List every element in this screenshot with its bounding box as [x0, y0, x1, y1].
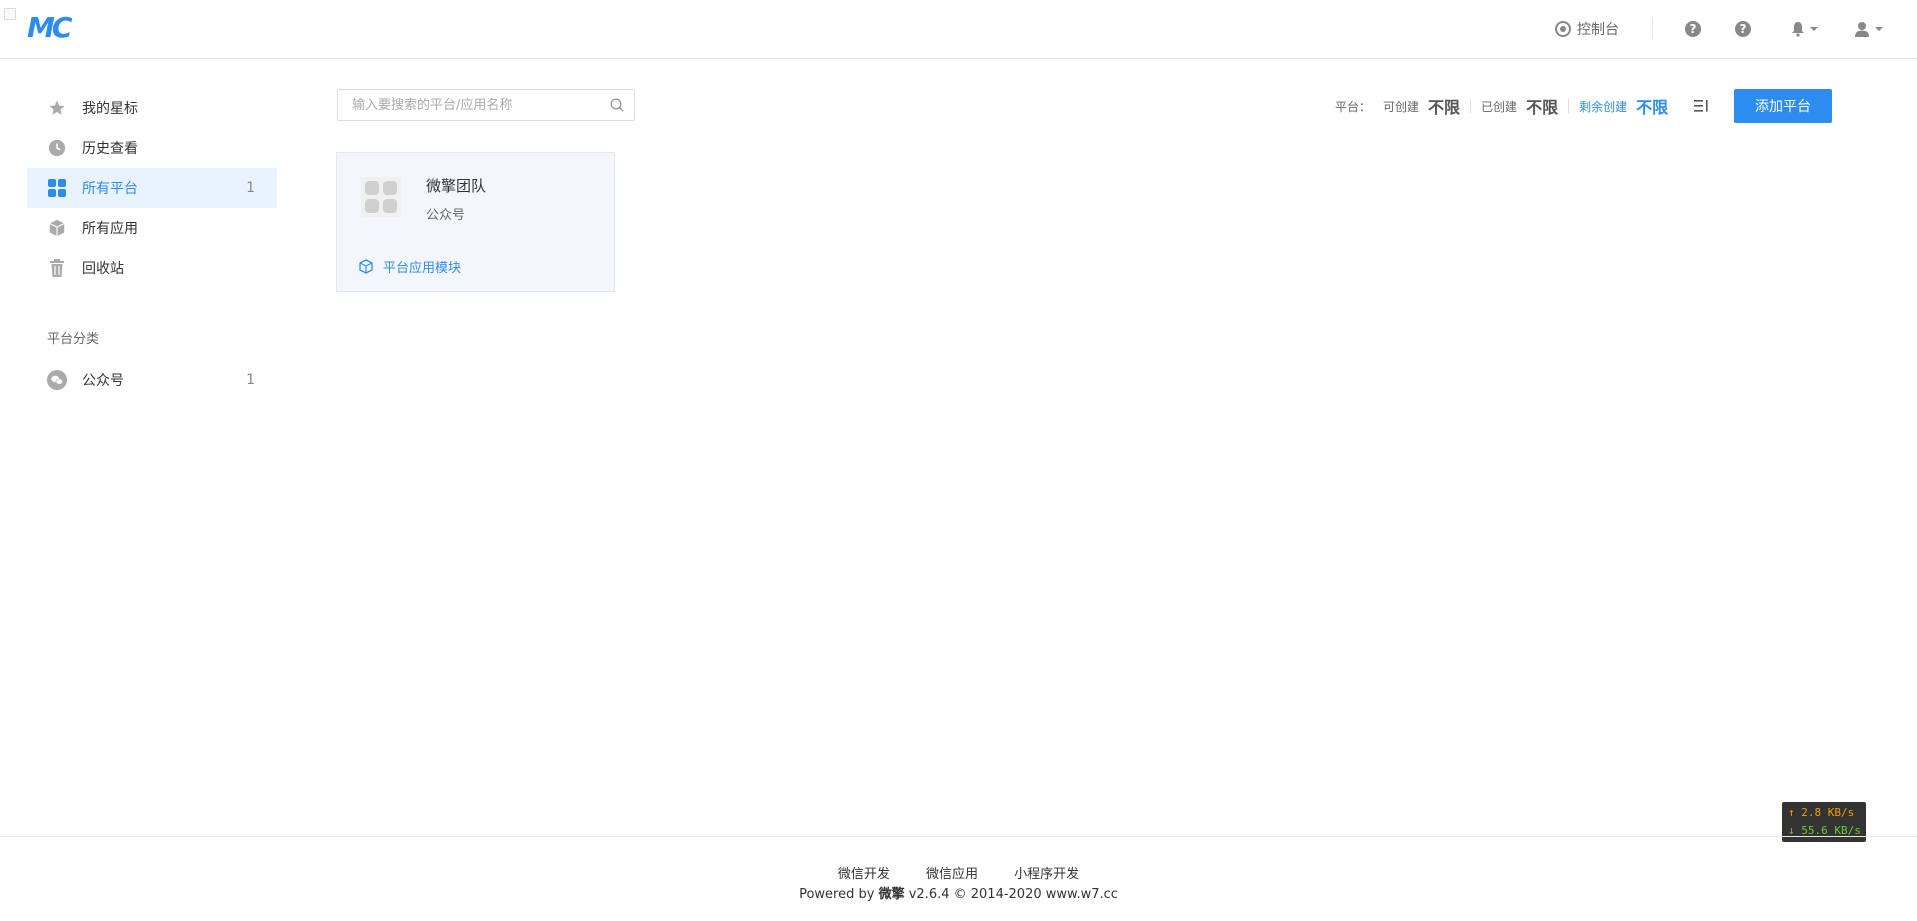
star-icon — [47, 98, 67, 118]
sidebar-item-label: 回收站 — [82, 261, 124, 277]
top-header: MC 控制台 ? ? — [0, 0, 1917, 59]
sidebar-item-all-platforms[interactable]: 所有平台 1 — [27, 168, 277, 208]
avatar-square — [365, 181, 379, 195]
window-corner-box — [4, 8, 16, 20]
help-button-1[interactable]: ? — [1685, 16, 1701, 42]
question-icon: ? — [1735, 21, 1751, 37]
platform-stats: 平台： 可创建 不限 已创建 不限 剩余创建 不限 — [1335, 92, 1668, 120]
search-input[interactable] — [338, 90, 602, 120]
list-view-icon[interactable] — [1694, 98, 1710, 114]
sidebar-item-official-account[interactable]: 公众号 1 — [27, 360, 277, 400]
sidebar-item-label: 历史查看 — [82, 141, 138, 157]
sidebar: 我的星标 历史查看 所有平台 1 所有应用 回收站 平台分类 公众号 1 — [27, 88, 277, 400]
avatar-square — [383, 199, 397, 213]
stats-remaining-value: 不限 — [1636, 98, 1669, 117]
sidebar-item-starred[interactable]: 我的星标 — [27, 88, 277, 128]
stats-created-value: 不限 — [1526, 98, 1559, 117]
trash-icon — [47, 258, 67, 278]
add-platform-button[interactable]: 添加平台 — [1734, 89, 1832, 123]
chevron-down-icon — [1875, 27, 1883, 31]
cube-outline-icon — [359, 259, 373, 274]
sidebar-item-count: 1 — [246, 372, 255, 388]
platform-category-title: 平台分类 — [47, 332, 100, 347]
search-box — [337, 89, 635, 121]
platform-avatar — [361, 177, 401, 217]
powered-brand: 微擎 — [878, 887, 905, 902]
footer: 微信开发 微信应用 小程序开发 Powered by 微擎 v2.6.4 © 2… — [0, 836, 1917, 921]
cube-icon — [47, 218, 67, 238]
footer-link-wechat-dev[interactable]: 微信开发 — [838, 867, 890, 882]
sidebar-item-label: 我的星标 — [82, 101, 138, 117]
stats-remaining-label: 剩余创建 — [1579, 99, 1628, 114]
help-button-2[interactable]: ? — [1735, 16, 1751, 42]
stats-divider — [1470, 99, 1472, 113]
user-icon — [1855, 22, 1869, 37]
sidebar-item-label: 公众号 — [82, 373, 124, 389]
chevron-down-icon — [1810, 27, 1818, 31]
powered-prefix: Powered by — [799, 887, 875, 902]
module-link-label: 平台应用模块 — [383, 261, 462, 276]
footer-link-miniprogram-dev[interactable]: 小程序开发 — [1014, 867, 1079, 882]
console-link[interactable]: 控制台 — [1555, 16, 1619, 42]
sidebar-item-label: 所有应用 — [82, 221, 138, 237]
powered-suffix: v2.6.4 © 2014-2020 www.w7.cc — [908, 887, 1118, 902]
footer-link-wechat-apps[interactable]: 微信应用 — [926, 867, 978, 882]
clock-icon — [47, 138, 67, 158]
question-icon: ? — [1685, 21, 1701, 37]
avatar-square — [383, 181, 397, 195]
sidebar-item-label: 所有平台 — [82, 181, 138, 197]
platform-name[interactable]: 微擎团队 — [426, 175, 486, 196]
bell-icon — [1792, 22, 1804, 37]
sidebar-item-history[interactable]: 历史查看 — [27, 128, 277, 168]
stats-divider — [1568, 99, 1570, 113]
footer-links: 微信开发 微信应用 小程序开发 — [0, 863, 1917, 882]
logo[interactable]: MC — [27, 12, 72, 44]
sidebar-item-count: 1 — [246, 180, 255, 196]
avatar-square — [365, 199, 379, 213]
user-menu-button[interactable] — [1854, 16, 1883, 42]
stats-can-create-value: 不限 — [1428, 98, 1461, 117]
console-label: 控制台 — [1577, 22, 1619, 38]
sidebar-item-recycle-bin[interactable]: 回收站 — [27, 248, 277, 288]
stats-created-label: 已创建 — [1481, 99, 1518, 114]
upload-speed: ↑ 2.8 KB/s — [1788, 806, 1855, 819]
header-divider — [1652, 19, 1653, 39]
grid-icon — [47, 178, 67, 198]
footer-powered-by: Powered by 微擎 v2.6.4 © 2014-2020 www.w7.… — [0, 883, 1917, 902]
search-icon[interactable] — [610, 98, 624, 116]
stats-can-create-label: 可创建 — [1383, 99, 1420, 114]
sidebar-item-all-apps[interactable]: 所有应用 — [27, 208, 277, 248]
platform-card[interactable]: 微擎团队 公众号 平台应用模块 — [336, 152, 615, 292]
wechat-icon — [47, 370, 67, 390]
platform-type: 公众号 — [426, 208, 466, 223]
platform-module-link[interactable]: 平台应用模块 — [359, 257, 461, 276]
notification-button[interactable] — [1791, 16, 1818, 42]
stats-platform-label: 平台： — [1335, 99, 1372, 114]
console-icon — [1555, 21, 1571, 37]
